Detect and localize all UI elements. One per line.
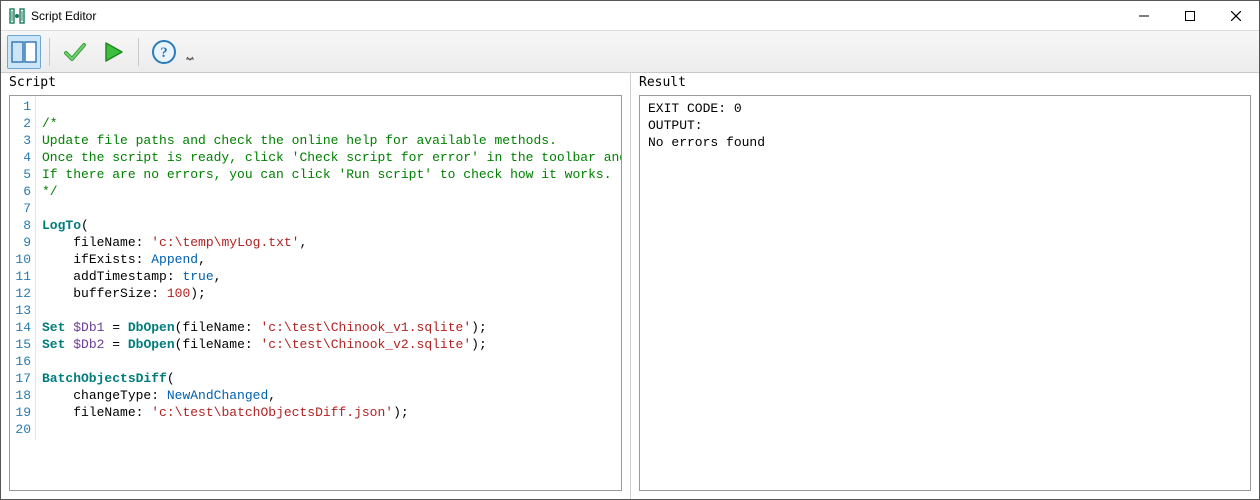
script-editor[interactable]: 1234567891011121314151617181920 /*Update…: [9, 95, 622, 491]
help-button[interactable]: ?: [147, 35, 181, 69]
line-number: 12: [12, 285, 31, 302]
line-number: 4: [12, 149, 31, 166]
code-line[interactable]: */: [42, 183, 622, 200]
maximize-button[interactable]: [1167, 1, 1213, 31]
code-line[interactable]: LogTo(: [42, 217, 622, 234]
result-text: EXIT CODE: 0 OUTPUT: No errors found: [640, 96, 1250, 155]
line-number: 2: [12, 115, 31, 132]
line-number: 6: [12, 183, 31, 200]
code-line[interactable]: [42, 421, 622, 438]
toolbar-separator: [138, 38, 139, 66]
line-number: 17: [12, 370, 31, 387]
run-script-button[interactable]: [96, 35, 130, 69]
line-number: 8: [12, 217, 31, 234]
close-button[interactable]: [1213, 1, 1259, 31]
line-number: 11: [12, 268, 31, 285]
toolbar-separator: [49, 38, 50, 66]
code-line[interactable]: changeType: NewAndChanged,: [42, 387, 622, 404]
code-line[interactable]: [42, 302, 622, 319]
app-icon: [9, 8, 25, 24]
window: Script Editor: [0, 0, 1260, 500]
check-script-button[interactable]: [58, 35, 92, 69]
titlebar: Script Editor: [1, 1, 1259, 31]
script-pane: Script 1234567891011121314151617181920 /…: [1, 73, 631, 499]
line-number: 16: [12, 353, 31, 370]
code-line[interactable]: fileName: 'c:\temp\myLog.txt',: [42, 234, 622, 251]
main-split: Script 1234567891011121314151617181920 /…: [1, 73, 1259, 499]
code-content[interactable]: /*Update file paths and check the online…: [36, 96, 622, 440]
code-line[interactable]: If there are no errors, you can click 'R…: [42, 166, 622, 183]
maximize-icon: [1185, 11, 1195, 21]
toolbar-overflow-button[interactable]: [185, 35, 195, 69]
result-pane: Result EXIT CODE: 0 OUTPUT: No errors fo…: [631, 73, 1259, 499]
line-number-gutter: 1234567891011121314151617181920: [10, 96, 36, 440]
play-icon: [100, 40, 126, 64]
code-line[interactable]: ifExists: Append,: [42, 251, 622, 268]
code-line[interactable]: Set $Db1 = DbOpen(fileName: 'c:\test\Chi…: [42, 319, 622, 336]
line-number: 18: [12, 387, 31, 404]
svg-text:?: ?: [160, 45, 168, 61]
code-line[interactable]: addTimestamp: true,: [42, 268, 622, 285]
help-icon: ?: [151, 39, 177, 65]
code-line[interactable]: [42, 353, 622, 370]
code-line[interactable]: [42, 200, 622, 217]
close-icon: [1231, 11, 1241, 21]
line-number: 15: [12, 336, 31, 353]
code-line[interactable]: Once the script is ready, click 'Check s…: [42, 149, 622, 166]
window-title: Script Editor: [31, 9, 96, 23]
script-pane-header: Script: [1, 73, 630, 93]
line-number: 9: [12, 234, 31, 251]
check-icon: [62, 40, 88, 64]
line-number: 20: [12, 421, 31, 438]
code-line[interactable]: /*: [42, 115, 622, 132]
minimize-button[interactable]: [1121, 1, 1167, 31]
line-number: 5: [12, 166, 31, 183]
result-output[interactable]: EXIT CODE: 0 OUTPUT: No errors found: [639, 95, 1251, 491]
code-line[interactable]: [42, 98, 622, 115]
result-pane-header: Result: [631, 73, 1259, 93]
code-line[interactable]: bufferSize: 100);: [42, 285, 622, 302]
toggle-panes-button[interactable]: [7, 35, 41, 69]
line-number: 10: [12, 251, 31, 268]
line-number: 7: [12, 200, 31, 217]
code-line[interactable]: BatchObjectsDiff(: [42, 370, 622, 387]
line-number: 19: [12, 404, 31, 421]
line-number: 3: [12, 132, 31, 149]
toolbar: ?: [1, 31, 1259, 73]
panes-icon: [11, 40, 37, 64]
code-line[interactable]: Update file paths and check the online h…: [42, 132, 622, 149]
line-number: 1: [12, 98, 31, 115]
code-line[interactable]: Set $Db2 = DbOpen(fileName: 'c:\test\Chi…: [42, 336, 622, 353]
chevron-down-icon: [186, 55, 194, 63]
minimize-icon: [1139, 11, 1149, 21]
code-line[interactable]: fileName: 'c:\test\batchObjectsDiff.json…: [42, 404, 622, 421]
line-number: 13: [12, 302, 31, 319]
line-number: 14: [12, 319, 31, 336]
